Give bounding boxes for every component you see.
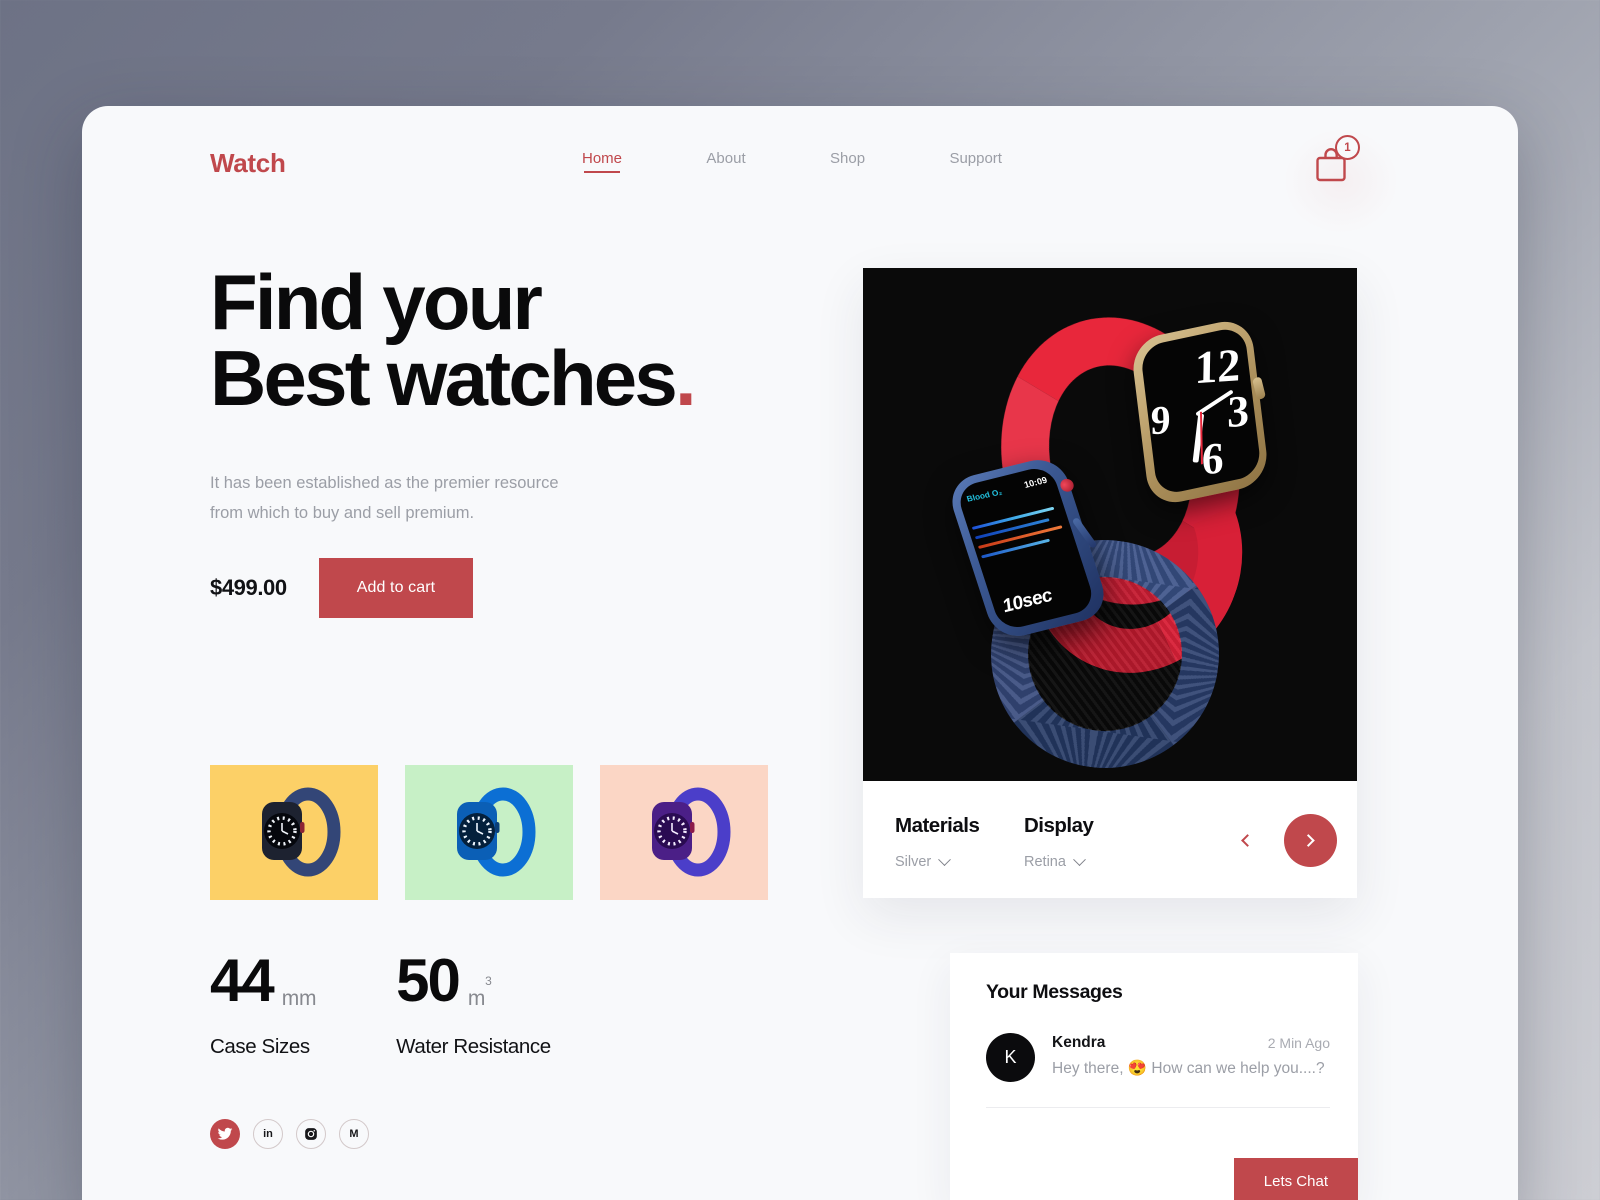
stat-water-resistance: 50 m3 Water Resistance	[396, 951, 551, 1059]
brand-logo[interactable]: Watch	[210, 148, 286, 179]
blood-oxygen-label: Blood O₂	[965, 487, 1004, 504]
watch-icon-purple	[652, 787, 731, 877]
linkedin-icon[interactable]: in	[253, 1119, 283, 1149]
product-thumbnail-pink[interactable]	[600, 765, 768, 900]
stat-water-resistance-unit: m3	[467, 974, 492, 1010]
nav-item-shop[interactable]: Shop	[830, 150, 865, 173]
blue-watch-duration: 10sec	[999, 585, 1055, 618]
gold-face-digit-9: 9	[1150, 396, 1171, 444]
stat-case-sizes-unit: mm	[281, 987, 317, 1010]
gold-watch-crown	[1252, 376, 1267, 401]
nav-item-home[interactable]: Home	[582, 150, 622, 173]
gold-watch-face: 12 3 6 9	[1139, 325, 1263, 497]
headline-accent-dot: .	[674, 334, 697, 423]
chevron-down-icon	[1073, 852, 1086, 866]
nav-item-support[interactable]: Support	[949, 150, 1002, 173]
main-navigation: Home About Shop Support	[582, 150, 1002, 173]
carousel-next-button[interactable]	[1284, 814, 1337, 867]
option-display-value: Retina	[1024, 854, 1066, 870]
option-display-title: Display	[1024, 814, 1094, 837]
message-sender-name: Kendra	[1052, 1034, 1106, 1051]
instagram-icon[interactable]	[296, 1119, 326, 1149]
option-materials: Materials Silver	[895, 814, 980, 870]
cart-button[interactable]: 1	[1281, 126, 1401, 236]
product-thumbnail-list	[210, 765, 768, 900]
page-title: Find your Best watches.	[210, 263, 697, 417]
hero-description-line-2: from which to buy and sell premium.	[210, 504, 475, 522]
message-timestamp: 2 Min Ago	[1267, 1035, 1330, 1051]
messages-title: Your Messages	[986, 981, 1123, 1003]
messages-card: Your Messages K Kendra 2 Min Ago Hey the…	[950, 953, 1358, 1200]
page-card: Watch Home About Shop Support 1 Find you…	[82, 106, 1518, 1200]
hero-description: It has been established as the premier r…	[210, 468, 559, 528]
gold-face-digit-6: 6	[1201, 433, 1225, 485]
cart-badge: 1	[1335, 135, 1360, 160]
product-showcase-card: 12 3 6 9 Blood O₂ 10:09 10sec Materials …	[863, 268, 1357, 898]
option-display-select[interactable]: Retina	[1024, 852, 1093, 870]
purchase-row: $499.00 Add to cart	[210, 558, 474, 618]
blue-watch-time: 10:09	[1022, 474, 1049, 490]
option-materials-value: Silver	[895, 854, 932, 870]
chevron-left-icon	[1240, 833, 1254, 847]
watch-icon-blue	[457, 787, 536, 877]
watch-icon-navy	[262, 787, 341, 877]
product-price: $499.00	[210, 575, 287, 600]
hero-description-line-1: It has been established as the premier r…	[210, 474, 559, 492]
avatar: K	[986, 1033, 1035, 1082]
stat-water-resistance-label: Water Resistance	[396, 1035, 551, 1058]
waveform-line-2	[974, 518, 1050, 540]
messages-divider	[986, 1107, 1330, 1108]
instagram-glyph	[305, 1128, 317, 1140]
gold-watch: 12 3 6 9	[1129, 315, 1271, 509]
carousel-prev-button[interactable]	[1235, 828, 1259, 852]
headline-line-2: Best watches	[210, 334, 678, 423]
product-thumbnail-yellow[interactable]	[210, 765, 378, 900]
spec-stats: 44 mm Case Sizes 50 m3 Water Resistance	[210, 951, 551, 1059]
medium-icon[interactable]: M	[339, 1119, 369, 1149]
stat-water-resistance-exponent: 3	[485, 974, 492, 988]
stat-case-sizes: 44 mm Case Sizes	[210, 951, 316, 1059]
twitter-bird-glyph	[217, 1127, 233, 1140]
chevron-down-icon	[938, 852, 952, 866]
nav-item-about[interactable]: About	[706, 150, 745, 173]
stat-water-resistance-value: 50	[396, 947, 461, 1014]
option-materials-select[interactable]: Silver	[895, 852, 979, 870]
message-preview: Hey there, 😍 How can we help you....?	[1052, 1060, 1325, 1077]
add-to-cart-button[interactable]: Add to cart	[318, 558, 474, 618]
stat-case-sizes-label: Case Sizes	[210, 1035, 310, 1058]
product-options-bar: Materials Silver Display Retina	[863, 781, 1357, 898]
product-thumbnail-green[interactable]	[405, 765, 573, 900]
chevron-right-icon	[1302, 834, 1315, 847]
social-links: in M	[210, 1119, 369, 1149]
headline-line-1: Find your	[210, 258, 543, 346]
site-header: Watch Home About Shop Support 1	[82, 106, 1518, 236]
option-materials-title: Materials	[895, 814, 980, 837]
linkedin-glyph: in	[263, 1128, 273, 1140]
medium-glyph: M	[349, 1128, 359, 1140]
stat-case-sizes-value: 44	[210, 947, 275, 1014]
lets-chat-button[interactable]: Lets Chat	[1233, 1158, 1358, 1200]
product-hero-image: 12 3 6 9 Blood O₂ 10:09 10sec	[863, 268, 1357, 781]
option-display: Display Retina	[1024, 814, 1094, 870]
twitter-icon[interactable]	[210, 1119, 240, 1149]
